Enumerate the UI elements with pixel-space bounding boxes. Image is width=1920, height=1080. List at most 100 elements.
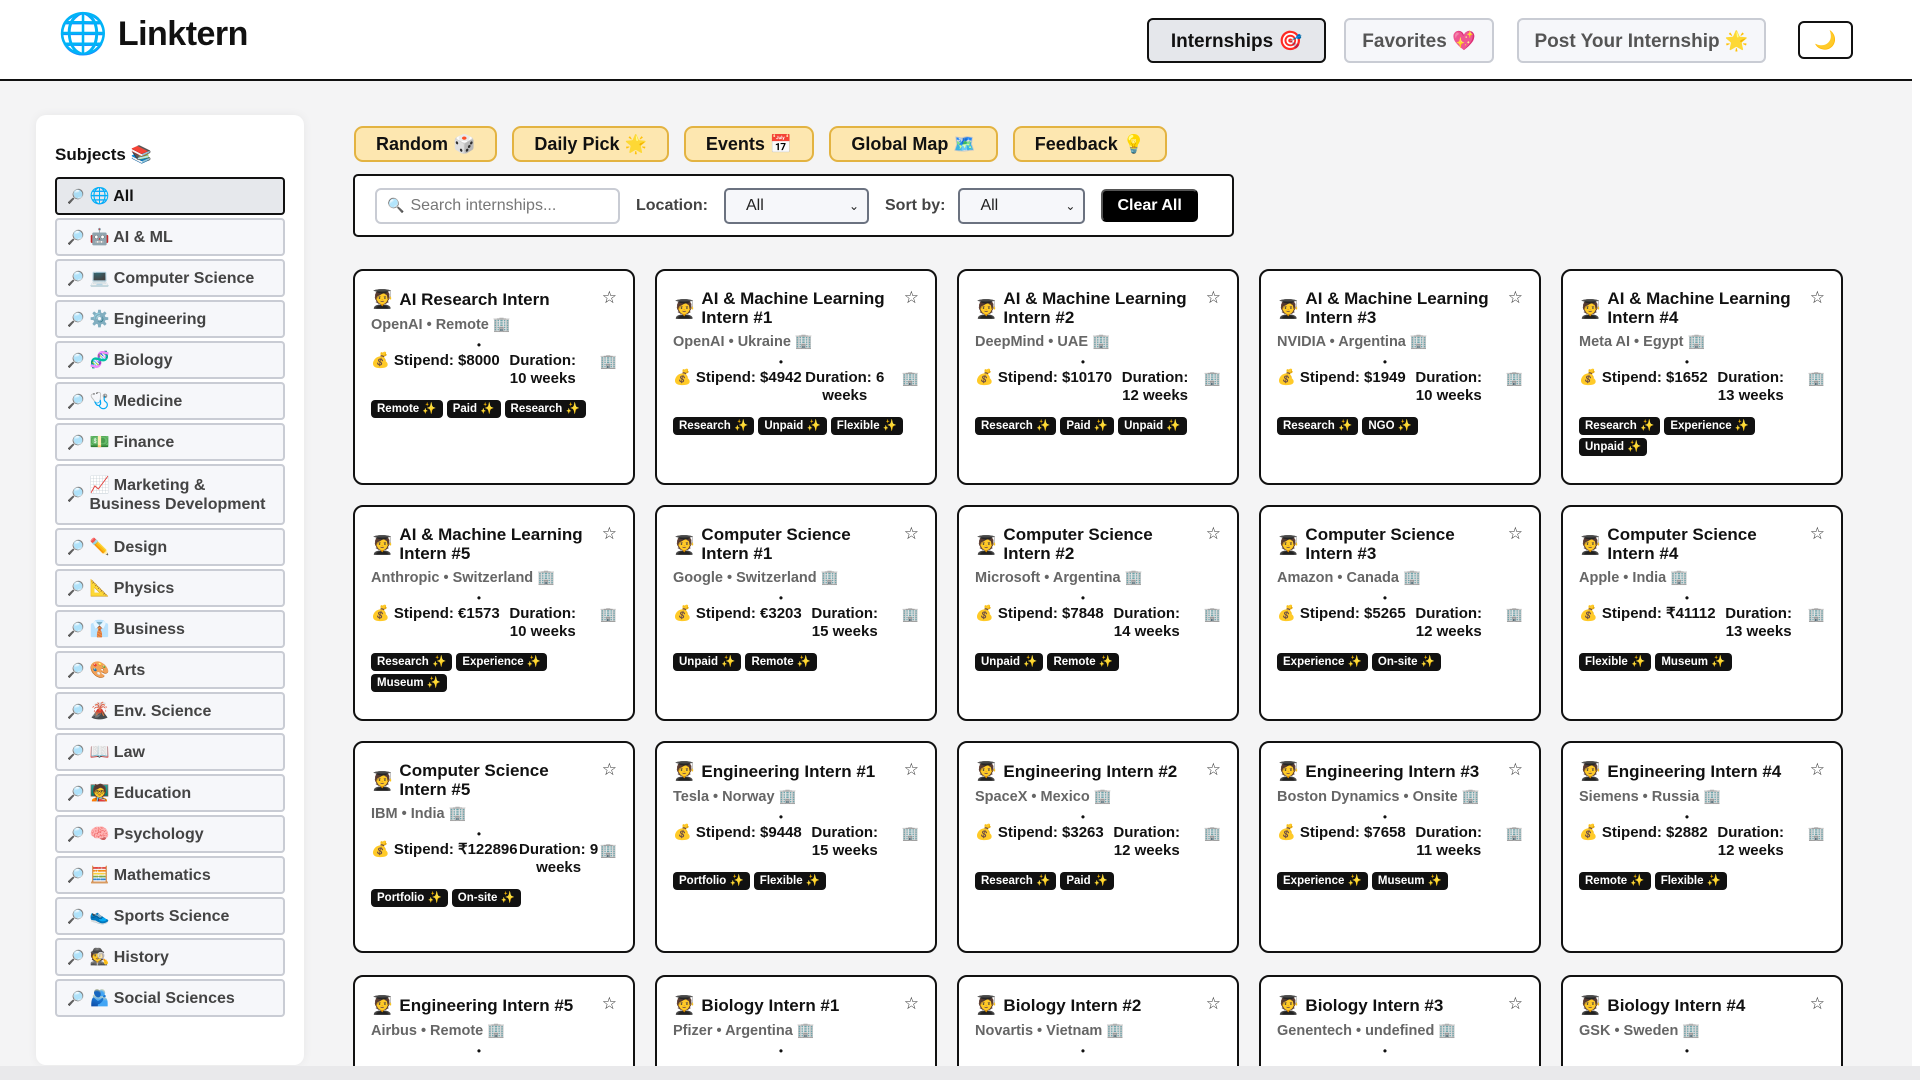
subject-label: 💵 Finance <box>89 433 175 451</box>
subject-item[interactable]: 🔎 👔 Business <box>55 610 285 648</box>
tag-badge: Museum ✨ <box>371 674 448 692</box>
search-input[interactable]: 🔍 Search internships... <box>375 187 620 224</box>
internship-card[interactable]: 🧑‍🎓 Biology Intern #3 ☆ Genentech • undefin… <box>1259 975 1541 1080</box>
feedback-button[interactable]: Feedback 💡 <box>1012 126 1168 162</box>
events-button[interactable]: Events 📅 <box>683 126 815 162</box>
card-title: Computer Science Intern #1 <box>701 525 851 563</box>
favorite-star-icon[interactable]: ☆ <box>1206 524 1221 544</box>
subject-item[interactable]: 🔎 💻 Computer Science <box>55 259 285 297</box>
subject-item[interactable]: 🔎 🫂 Social Sciences <box>55 979 285 1017</box>
nav-internships-button[interactable]: Internships 🎯 <box>1147 18 1326 63</box>
globe-icon: 🌐 <box>58 12 108 56</box>
subject-item[interactable]: 🔎 🌋 Env. Science <box>55 692 285 730</box>
company-location-text: Apple • India <box>1579 570 1667 586</box>
favorite-star-icon[interactable]: ☆ <box>1810 288 1825 308</box>
internship-card[interactable]: 🧑‍🎓 AI Research Intern ☆ OpenAI • Remote 🏢 •… <box>353 269 635 485</box>
quick-actions: Random 🎲 Daily Pick 🌟 Events 📅 Global Ma… <box>354 126 1168 162</box>
favorite-star-icon[interactable]: ☆ <box>904 524 919 544</box>
internship-card[interactable]: 🧑‍🎓 Biology Intern #1 ☆ Pfizer • Argentina … <box>655 975 937 1080</box>
subject-item[interactable]: 🔎 🧮 Mathematics <box>55 856 285 894</box>
favorite-star-icon[interactable]: ☆ <box>1206 760 1221 780</box>
card-company-location: SpaceX • Mexico 🏢 <box>975 788 1221 805</box>
internship-card[interactable]: 🧑‍🎓 Engineering Intern #4 ☆ Siemens • Russi… <box>1561 741 1843 953</box>
favorite-star-icon[interactable]: ☆ <box>602 288 617 308</box>
internship-card[interactable]: 🧑‍🎓 Engineering Intern #1 ☆ Tesla • Norway … <box>655 741 937 953</box>
student-icon: 🧑‍🎓 <box>1579 761 1602 781</box>
tag-badge: Remote ✨ <box>371 400 443 418</box>
internship-card[interactable]: 🧑‍🎓 Biology Intern #4 ☆ GSK • Sweden 🏢 • <box>1561 975 1843 1080</box>
favorite-star-icon[interactable]: ☆ <box>602 760 617 780</box>
internship-card[interactable]: 🧑‍🎓 Engineering Intern #3 ☆ Boston Dynamics… <box>1259 741 1541 953</box>
favorite-star-icon[interactable]: ☆ <box>1508 524 1523 544</box>
card-company-location: Microsoft • Argentina 🏢 <box>975 569 1221 586</box>
building-icon: 🏢 <box>1703 789 1722 805</box>
subject-item[interactable]: 🔎 👟 Sports Science <box>55 897 285 935</box>
favorite-star-icon[interactable]: ☆ <box>602 524 617 544</box>
global-map-button[interactable]: Global Map 🗺️ <box>829 126 998 162</box>
card-company-location: Pfizer • Argentina 🏢 <box>673 1022 919 1039</box>
duration-text: Duration: 12 weeks <box>1415 605 1483 640</box>
student-icon: 🧑‍🎓 <box>1277 995 1300 1015</box>
favorite-star-icon[interactable]: ☆ <box>1206 994 1221 1014</box>
favorite-star-icon[interactable]: ☆ <box>904 288 919 308</box>
favorite-star-icon[interactable]: ☆ <box>1508 760 1523 780</box>
money-bag-icon: 💰 <box>1277 605 1296 622</box>
stipend: 💰 Stipend: ₹122896 <box>371 841 518 859</box>
subject-item[interactable]: 🔎 📖 Law <box>55 733 285 771</box>
internship-card[interactable]: 🧑‍🎓 Biology Intern #2 ☆ Novartis • Vietnam … <box>957 975 1239 1080</box>
tag-badge: Unpaid ✨ <box>758 417 827 435</box>
subject-item[interactable]: 🔎 📈 Marketing & Business Development <box>55 464 285 525</box>
location-select[interactable]: All ⌄ <box>724 187 869 224</box>
subject-item[interactable]: 🔎 🌐 All <box>55 177 285 215</box>
card-title-row: 🧑‍🎓 Biology Intern #3 <box>1277 995 1523 1016</box>
subject-item[interactable]: 🔎 ✏️ Design <box>55 528 285 566</box>
nav-post-internship-button[interactable]: Post Your Internship 🌟 <box>1517 18 1766 63</box>
internship-card[interactable]: 🧑‍🎓 Engineering Intern #2 ☆ SpaceX • Mexico… <box>957 741 1239 953</box>
internship-card[interactable]: 🧑‍🎓 AI & Machine Learning Intern #3 ☆ NVIDI… <box>1259 269 1541 485</box>
favorite-star-icon[interactable]: ☆ <box>1508 994 1523 1014</box>
internship-card[interactable]: 🧑‍🎓 Computer Science Intern #5 ☆ IBM • Indi… <box>353 741 635 953</box>
favorite-star-icon[interactable]: ☆ <box>1810 760 1825 780</box>
card-title-row: 🧑‍🎓 Engineering Intern #3 <box>1277 761 1523 782</box>
daily-pick-button[interactable]: Daily Pick 🌟 <box>512 126 669 162</box>
internship-card[interactable]: 🧑‍🎓 Computer Science Intern #1 ☆ Google • S… <box>655 505 937 721</box>
internship-card[interactable]: 🧑‍🎓 AI & Machine Learning Intern #5 ☆ Anthr… <box>353 505 635 721</box>
nav-favorites-button[interactable]: Favorites 💖 <box>1344 18 1494 63</box>
student-icon: 🧑‍🎓 <box>673 995 696 1015</box>
stipend: 💰 Stipend: $9448 <box>673 824 802 842</box>
card-meta: 💰 Stipend: $2882 Duration: 12 weeks 🏢 <box>1579 824 1825 860</box>
favorite-star-icon[interactable]: ☆ <box>904 760 919 780</box>
subject-item[interactable]: 🔎 ⚙️ Engineering <box>55 300 285 338</box>
favorite-star-icon[interactable]: ☆ <box>1508 288 1523 308</box>
company-location-text: GSK • Sweden <box>1579 1023 1679 1039</box>
internship-card[interactable]: 🧑‍🎓 AI & Machine Learning Intern #1 ☆ OpenA… <box>655 269 937 485</box>
internship-card[interactable]: 🧑‍🎓 AI & Machine Learning Intern #4 ☆ Meta … <box>1561 269 1843 485</box>
subject-item[interactable]: 🔎 🧬 Biology <box>55 341 285 379</box>
favorite-star-icon[interactable]: ☆ <box>602 994 617 1014</box>
subject-item[interactable]: 🔎 🧑‍🏫 Education <box>55 774 285 812</box>
subject-item[interactable]: 🔎 🎨 Arts <box>55 651 285 689</box>
subject-item[interactable]: 🔎 💵 Finance <box>55 423 285 461</box>
duration-text: Duration: 11 weeks <box>1415 824 1483 859</box>
subject-item[interactable]: 🔎 🩺 Medicine <box>55 382 285 420</box>
subject-item[interactable]: 🔎 🕵️ History <box>55 938 285 976</box>
internship-card[interactable]: 🧑‍🎓 AI & Machine Learning Intern #2 ☆ DeepM… <box>957 269 1239 485</box>
internship-card[interactable]: 🧑‍🎓 Computer Science Intern #3 ☆ Amazon • C… <box>1259 505 1541 721</box>
clear-all-button[interactable]: Clear All <box>1101 189 1198 222</box>
favorite-star-icon[interactable]: ☆ <box>904 994 919 1014</box>
internship-card[interactable]: 🧑‍🎓 Computer Science Intern #2 ☆ Microsoft … <box>957 505 1239 721</box>
favorite-star-icon[interactable]: ☆ <box>1206 288 1221 308</box>
favorite-star-icon[interactable]: ☆ <box>1810 994 1825 1014</box>
subject-item[interactable]: 🔎 🤖 AI & ML <box>55 218 285 256</box>
subject-item[interactable]: 🔎 📐 Physics <box>55 569 285 607</box>
favorite-star-icon[interactable]: ☆ <box>1810 524 1825 544</box>
logo[interactable]: 🌐 Linktern <box>58 14 248 54</box>
money-bag-icon: 💰 <box>975 605 994 622</box>
sort-select[interactable]: All ⌄ <box>958 187 1086 224</box>
subject-item[interactable]: 🔎 🧠 Psychology <box>55 815 285 853</box>
internship-card[interactable]: 🧑‍🎓 Computer Science Intern #4 ☆ Apple • In… <box>1561 505 1843 721</box>
scrollbar-track[interactable] <box>1912 0 1920 1080</box>
theme-toggle-button[interactable]: 🌙 <box>1798 21 1853 59</box>
internship-card[interactable]: 🧑‍🎓 Engineering Intern #5 ☆ Airbus • Remote… <box>353 975 635 1080</box>
random-button[interactable]: Random 🎲 <box>354 126 498 162</box>
